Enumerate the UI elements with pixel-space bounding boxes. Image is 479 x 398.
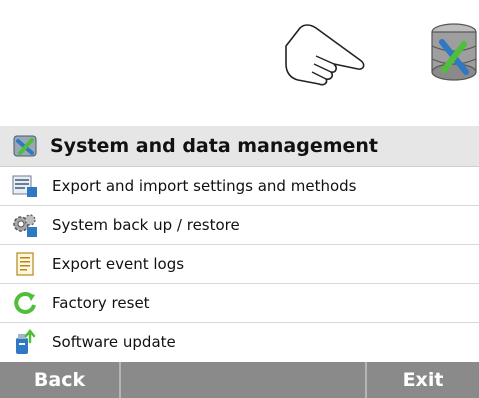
page-title: System and data management [50, 135, 379, 157]
usb-update-icon [16, 329, 36, 354]
system-data-management-menu: System and data management Export and im… [0, 126, 479, 361]
top-illustration-area [0, 0, 479, 120]
menu-item-backup-restore[interactable]: System back up / restore [0, 206, 479, 245]
menu-item-export-event-logs[interactable]: Export event logs [0, 245, 479, 284]
menu-item-export-import[interactable]: Export and import settings and methods [0, 167, 479, 206]
menu-item-software-update[interactable]: Software update [0, 323, 479, 361]
back-button[interactable]: Back [0, 362, 121, 398]
gears-backup-icon [13, 214, 37, 237]
menu-item-label: Export event logs [52, 255, 185, 273]
menu-item-label: Factory reset [52, 294, 150, 312]
menu-header: System and data management [0, 126, 479, 167]
exit-button[interactable]: Exit [365, 362, 479, 398]
menu-item-label: Software update [52, 333, 176, 351]
reset-arrow-icon [14, 291, 36, 314]
menu-item-label: Export and import settings and methods [52, 177, 357, 195]
menu-item-factory-reset[interactable]: Factory reset [0, 284, 479, 323]
footer-bar: Back Exit [0, 362, 479, 398]
menu-item-label: System back up / restore [52, 216, 240, 234]
database-tools-icon [431, 23, 477, 81]
footer-spacer [121, 362, 365, 398]
pointing-hand-icon [285, 24, 365, 86]
document-log-icon [16, 252, 34, 276]
export-import-icon [12, 175, 37, 197]
tools-gear-icon [13, 135, 37, 157]
